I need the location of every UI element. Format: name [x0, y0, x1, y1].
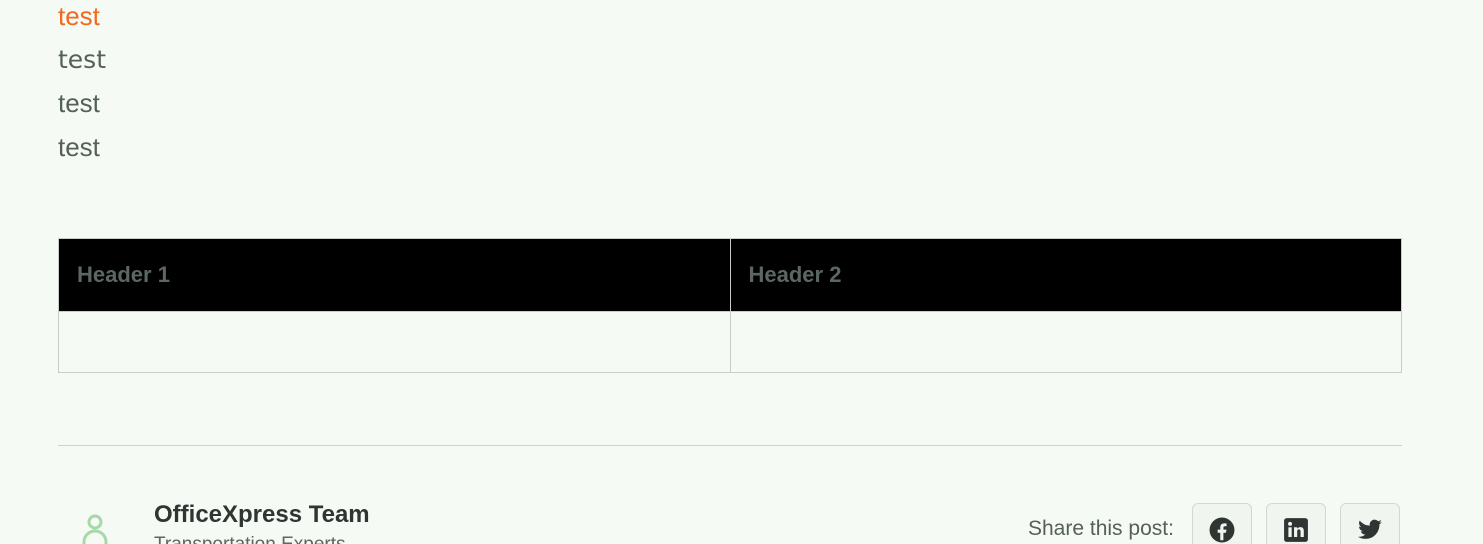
share-linkedin-button[interactable] — [1266, 503, 1326, 544]
table-header-2: Header 2 — [729, 238, 1402, 312]
table-cell — [58, 311, 731, 373]
share-facebook-button[interactable] — [1192, 503, 1252, 544]
page: test test test test Header 1 Header 2 Of… — [0, 0, 1483, 544]
share-label: Share this post: — [1028, 517, 1174, 540]
table-row — [58, 311, 1402, 373]
content-line-3: test — [58, 88, 100, 118]
author-role: Transportation Experts — [154, 534, 346, 544]
share-twitter-button[interactable] — [1340, 503, 1400, 544]
author-name: OfficeXpress Team — [154, 501, 370, 528]
table-header-row: Header 1 Header 2 — [58, 238, 1402, 312]
table-cell — [729, 311, 1402, 373]
content-line-4: test — [58, 132, 100, 162]
content-line-1: test — [58, 1, 100, 31]
table-header-1: Header 1 — [58, 238, 731, 312]
divider — [58, 445, 1402, 446]
data-table: Header 1 Header 2 — [58, 238, 1402, 373]
content-line-2: test — [58, 45, 107, 74]
user-icon — [80, 514, 110, 544]
linkedin-icon — [1284, 518, 1308, 542]
facebook-icon — [1209, 517, 1235, 543]
twitter-icon — [1358, 519, 1382, 539]
